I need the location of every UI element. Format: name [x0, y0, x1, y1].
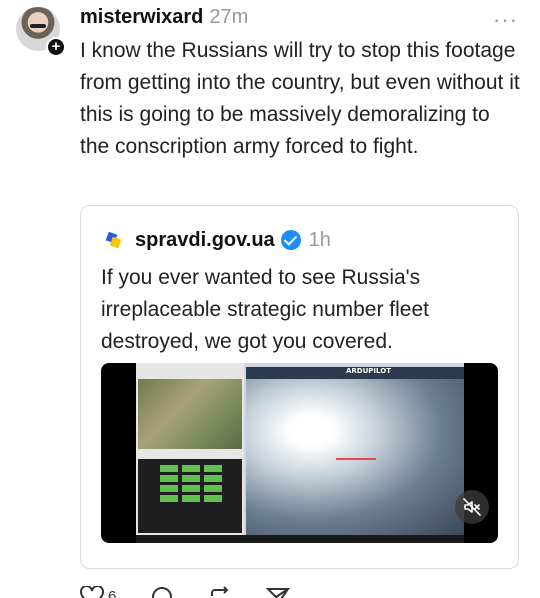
ardupilot-logo: ARDUPILOT [346, 367, 391, 375]
quoted-post[interactable]: spravdi.gov.ua 1h If you ever wanted to … [80, 205, 519, 569]
comment-button[interactable] [150, 586, 174, 598]
mute-button[interactable] [455, 490, 489, 524]
verified-badge-icon [280, 230, 301, 250]
gcs-map [138, 379, 242, 449]
like-button[interactable]: 6 [80, 586, 116, 598]
video-frame: ARDUPILOT [136, 363, 464, 543]
gcs-panel [136, 363, 244, 535]
share-button[interactable] [266, 586, 291, 598]
avatar[interactable]: + [16, 7, 66, 57]
fpv-camera-view [246, 375, 464, 535]
quoted-username[interactable]: spravdi.gov.ua [135, 229, 275, 252]
comment-icon [152, 587, 173, 598]
quoted-post-header: spravdi.gov.ua 1h [105, 226, 331, 254]
post-actions: 6 [80, 586, 324, 598]
speaker-muted-icon [463, 498, 481, 516]
video-player[interactable]: ARDUPILOT [101, 363, 498, 543]
gcs-status-table [138, 459, 242, 533]
post-username[interactable]: misterwixard [80, 6, 203, 29]
post-time: 27m [209, 6, 249, 28]
more-horizontal-icon[interactable]: ··· [493, 7, 518, 33]
repost-button[interactable] [208, 586, 232, 598]
ua-flag-icon [105, 231, 122, 249]
like-count: 6 [108, 587, 117, 598]
post-text: I know the Russians will try to stop thi… [80, 39, 520, 158]
heart-icon [80, 586, 104, 598]
follow-plus-button[interactable]: + [46, 37, 66, 57]
post: misterwixard 27m ··· I know the Russians… [80, 6, 520, 163]
windows-taskbar [136, 535, 464, 543]
quoted-text: If you ever wanted to see Russia's irrep… [101, 266, 430, 353]
share-icon [266, 588, 291, 598]
quoted-time: 1h [308, 228, 331, 251]
horizon-marker [336, 458, 376, 468]
post-header: misterwixard 27m [80, 6, 520, 34]
repost-icon [211, 586, 229, 596]
